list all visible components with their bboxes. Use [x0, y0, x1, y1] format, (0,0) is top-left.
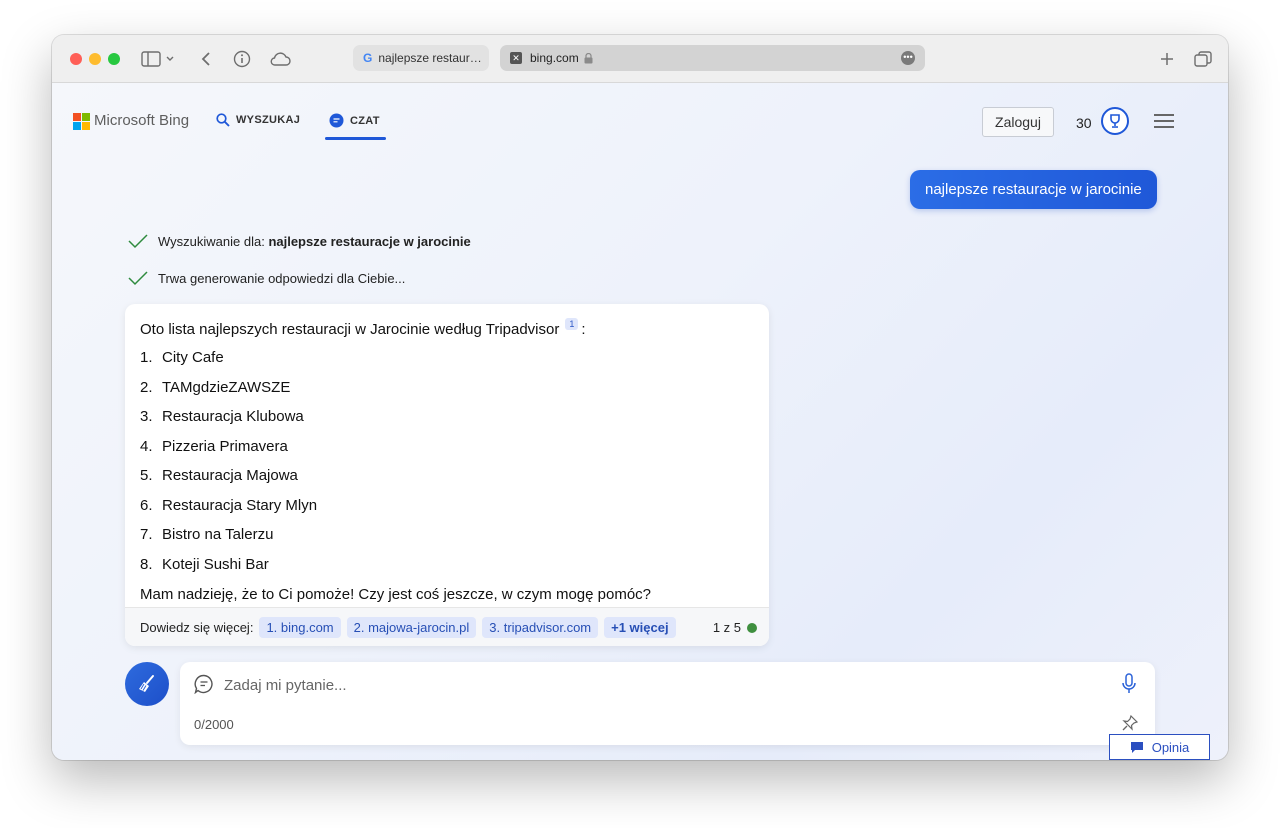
list-item-name: Koteji Sushi Bar	[162, 555, 269, 573]
nav-search-label: WYSZUKAJ	[236, 114, 301, 126]
list-item-number: 3.	[140, 408, 153, 426]
list-item: 3. Restauracja Klubowa	[140, 402, 754, 432]
list-item-name: Restauracja Stary Mlyn	[162, 496, 318, 514]
list-item-number: 8.	[140, 555, 153, 573]
tab-google-search[interactable]: G najlepsze restaur…	[353, 45, 489, 71]
chat-input[interactable]	[224, 674, 1104, 696]
list-item-name: Restauracja Klubowa	[162, 408, 304, 426]
turn-counter-text: 1 z 5	[712, 620, 741, 635]
more-sources-button[interactable]: +1 więcej	[604, 616, 676, 638]
lock-icon	[584, 52, 593, 64]
rewards-points[interactable]: 30	[1076, 115, 1092, 131]
list-item: 5. Restauracja Majowa	[140, 461, 754, 491]
microphone-icon[interactable]	[1121, 673, 1137, 695]
minimize-window-button[interactable]	[89, 53, 101, 65]
answer-intro-colon: :	[581, 320, 586, 338]
list-item: 4. Pizzeria Primavera	[140, 432, 754, 462]
learn-more-bar: Dowiedz się więcej: 1. bing.com 2. majow…	[125, 607, 769, 646]
status-generating: Trwa generowanie odpowiedzi dla Ciebie..…	[128, 270, 405, 286]
tab-overview-icon[interactable]	[1191, 47, 1215, 71]
new-topic-button[interactable]	[125, 662, 169, 706]
chat-input-box: 0/2000	[180, 662, 1155, 745]
user-message-bubble: najlepsze restauracje w jarocinie	[910, 170, 1157, 209]
feedback-button[interactable]: Opinia	[1109, 734, 1210, 760]
feedback-icon	[1130, 741, 1144, 754]
list-item-number: 6.	[140, 496, 153, 514]
back-icon[interactable]	[194, 47, 218, 71]
answer-closing: Mam nadzieję, że to Ci pomoże! Czy jest …	[140, 585, 652, 603]
list-item-number: 4.	[140, 437, 153, 455]
rewards-trophy-icon[interactable]	[1101, 107, 1129, 135]
bing-chat-page: Microsoft Bing WYSZUKAJ CZAT Zaloguj 30 …	[52, 83, 1228, 760]
list-item-name: Restauracja Majowa	[162, 467, 298, 485]
list-item: 6. Restauracja Stary Mlyn	[140, 491, 754, 521]
list-item-number: 7.	[140, 526, 153, 544]
bing-logo-text[interactable]: Microsoft Bing	[94, 112, 189, 129]
answer-intro-text: Oto lista najlepszych restauracji w Jaro…	[140, 320, 560, 338]
browser-window: G najlepsze restaur… ✕ bing.com ••• Micr…	[52, 35, 1228, 760]
list-item-name: Bistro na Talerzu	[162, 526, 274, 544]
list-item-name: Pizzeria Primavera	[162, 437, 288, 455]
nav-search[interactable]: WYSZUKAJ	[216, 113, 300, 127]
list-item-number: 5.	[140, 467, 153, 485]
address-text: bing.com	[530, 51, 579, 65]
pin-icon[interactable]	[1122, 715, 1138, 731]
info-icon[interactable]	[230, 47, 254, 71]
turn-counter: 1 z 5	[713, 608, 757, 647]
cloud-icon[interactable]	[266, 47, 294, 71]
list-item-name: TAMgdzieZAWSZE	[162, 378, 291, 396]
nav-chat[interactable]: CZAT	[329, 113, 380, 128]
search-icon	[216, 113, 230, 127]
status-generating-text: Trwa generowanie odpowiedzi dla Ciebie..…	[158, 270, 406, 286]
list-item: 2. TAMgdzieZAWSZE	[140, 373, 754, 403]
source-link-majowa[interactable]: 2. majowa-jarocin.pl	[346, 616, 477, 638]
checkmark-icon	[128, 233, 148, 249]
hamburger-menu-icon[interactable]	[1154, 112, 1174, 130]
bot-answer-card: Oto lista najlepszych restauracji w Jaro…	[125, 304, 769, 646]
more-options-icon[interactable]: •••	[901, 51, 915, 65]
source-link-tripadvisor[interactable]: 3. tripadvisor.com	[482, 616, 599, 638]
signin-button[interactable]: Zaloguj	[982, 107, 1054, 137]
chat-icon	[329, 113, 344, 128]
sidebar-icon[interactable]	[139, 47, 163, 71]
status-dot-icon	[747, 622, 757, 633]
list-item: 1. City Cafe	[140, 343, 754, 373]
restaurant-list: 1. City Cafe 2. TAMgdzieZAWSZE 3. Restauracja…	[140, 343, 754, 579]
chat-bubble-icon	[194, 674, 214, 694]
microsoft-logo-icon[interactable]	[73, 113, 90, 130]
answer-intro: Oto lista najlepszych restauracji w Jaro…	[140, 315, 754, 343]
tab-bing-active[interactable]: ✕ bing.com •••	[500, 45, 925, 71]
status-searching: Wyszukiwanie dla: najlepsze restauracje …	[128, 233, 471, 249]
list-item-name: City Cafe	[162, 349, 224, 367]
close-window-button[interactable]	[70, 53, 82, 65]
zoom-window-button[interactable]	[108, 53, 120, 65]
browser-toolbar: G najlepsze restaur… ✕ bing.com •••	[52, 35, 1228, 83]
learn-more-label: Dowiedz się więcej:	[140, 619, 254, 635]
tab-title: najlepsze restaur…	[378, 51, 482, 65]
feedback-label: Opinia	[1151, 739, 1190, 755]
nav-chat-active-indicator	[325, 137, 386, 140]
list-item-number: 1.	[140, 349, 153, 367]
citation-ref[interactable]: 1	[565, 318, 579, 330]
chevron-down-icon[interactable]	[163, 47, 177, 71]
new-tab-icon[interactable]	[1155, 47, 1179, 71]
status-searching-prefix: Wyszukiwanie dla:	[158, 233, 269, 249]
source-link-bing[interactable]: 1. bing.com	[259, 616, 341, 638]
char-count: 0/2000	[194, 717, 234, 732]
google-icon: G	[363, 51, 373, 65]
list-item: 7. Bistro na Talerzu	[140, 520, 754, 550]
bing-favicon-icon: ✕	[510, 52, 522, 64]
list-item: 8. Koteji Sushi Bar	[140, 550, 754, 580]
status-searching-query: najlepsze restauracje w jarocinie	[268, 233, 471, 249]
list-item-number: 2.	[140, 378, 153, 396]
nav-chat-label: CZAT	[350, 114, 380, 127]
checkmark-icon	[128, 270, 148, 286]
broom-icon	[135, 672, 159, 696]
